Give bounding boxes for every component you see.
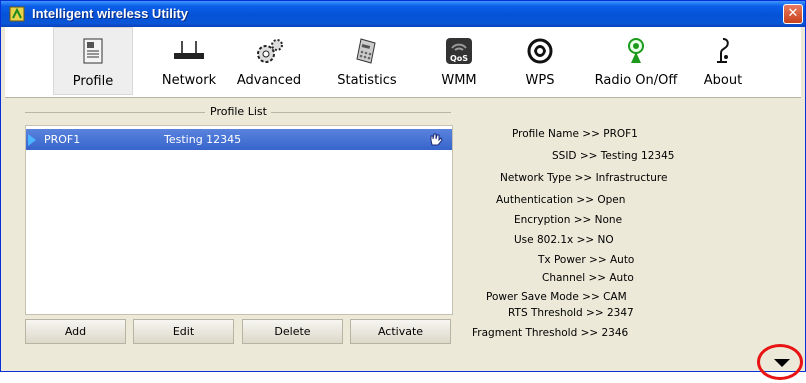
window-title: Intelligent wireless Utility — [32, 6, 189, 21]
tab-about[interactable]: About — [695, 27, 751, 95]
detail-fragment-threshold: Fragment Threshold >> 2346 — [472, 327, 629, 339]
detail-use-8021x: Use 802.1x >> NO — [514, 234, 614, 246]
profile-ssid-cell: Testing 12345 — [164, 133, 242, 146]
tab-wps[interactable]: WPS — [515, 27, 565, 95]
profile-list[interactable]: PROF1 Testing 12345 — [25, 125, 453, 315]
tab-radio-on-off[interactable]: Radio On/Off — [581, 27, 691, 95]
tab-profile[interactable]: Profile — [53, 27, 133, 95]
profile-row[interactable]: PROF1 Testing 12345 — [26, 129, 452, 150]
delete-button[interactable]: Delete — [242, 319, 343, 344]
toolbar: Profile Network Advanced Statistics QoS … — [5, 27, 801, 98]
tab-wmm[interactable]: QoS WMM — [435, 27, 483, 95]
tab-radio-label: Radio On/Off — [594, 73, 678, 88]
group-divider-right — [271, 112, 451, 113]
profile-icon — [83, 38, 103, 64]
close-button[interactable]: ✕ — [783, 4, 803, 24]
detail-encryption: Encryption >> None — [514, 214, 623, 226]
tab-advanced[interactable]: Advanced — [229, 27, 309, 95]
tab-statistics[interactable]: Statistics — [325, 27, 409, 95]
tab-wps-label: WPS — [525, 73, 555, 88]
title-bar[interactable]: Intelligent wireless Utility ✕ — [1, 1, 805, 27]
tab-wmm-label: WMM — [441, 73, 477, 88]
active-arrow-icon — [28, 134, 36, 146]
connected-hand-icon — [430, 133, 443, 146]
wmm-icon: QoS — [446, 38, 472, 64]
about-icon — [717, 38, 729, 63]
detail-channel: Channel >> Auto — [542, 272, 634, 284]
tab-about-label: About — [703, 73, 743, 88]
group-divider-left — [25, 112, 205, 113]
app-window: Intelligent wireless Utility ✕ Profile N… — [0, 0, 806, 372]
detail-network-type: Network Type >> Infrastructure — [500, 172, 668, 184]
profile-list-title: Profile List — [210, 105, 267, 118]
statistics-icon — [356, 38, 376, 64]
activate-button[interactable]: Activate — [350, 319, 451, 344]
add-button[interactable]: Add — [25, 319, 126, 344]
radio-icon — [628, 38, 644, 63]
edit-button[interactable]: Edit — [133, 319, 234, 344]
profile-name-cell: PROF1 — [44, 133, 81, 146]
detail-tx-power: Tx Power >> Auto — [538, 254, 635, 266]
network-icon — [174, 41, 204, 59]
detail-power-save-mode: Power Save Mode >> CAM — [486, 291, 627, 303]
detail-ssid: SSID >> Testing 12345 — [552, 150, 675, 162]
bottom-strip — [0, 372, 806, 383]
detail-authentication: Authentication >> Open — [496, 194, 626, 206]
expand-toggle-button[interactable] — [757, 344, 803, 380]
tab-network[interactable]: Network — [151, 27, 227, 95]
tab-advanced-label: Advanced — [236, 73, 302, 88]
profile-page: Profile List PROF1 Testing 12345 Add Edi… — [5, 98, 801, 366]
tab-statistics-label: Statistics — [337, 73, 397, 88]
tab-network-label: Network — [161, 73, 217, 88]
advanced-icon — [257, 39, 283, 63]
chevron-down-icon — [774, 359, 790, 367]
detail-profile-name: Profile Name >> PROF1 — [512, 128, 638, 140]
app-icon — [9, 6, 25, 22]
wps-icon — [527, 38, 553, 64]
detail-rts-threshold: RTS Threshold >> 2347 — [508, 307, 634, 319]
svg-text:QoS: QoS — [450, 54, 468, 63]
tab-profile-label: Profile — [72, 74, 114, 89]
